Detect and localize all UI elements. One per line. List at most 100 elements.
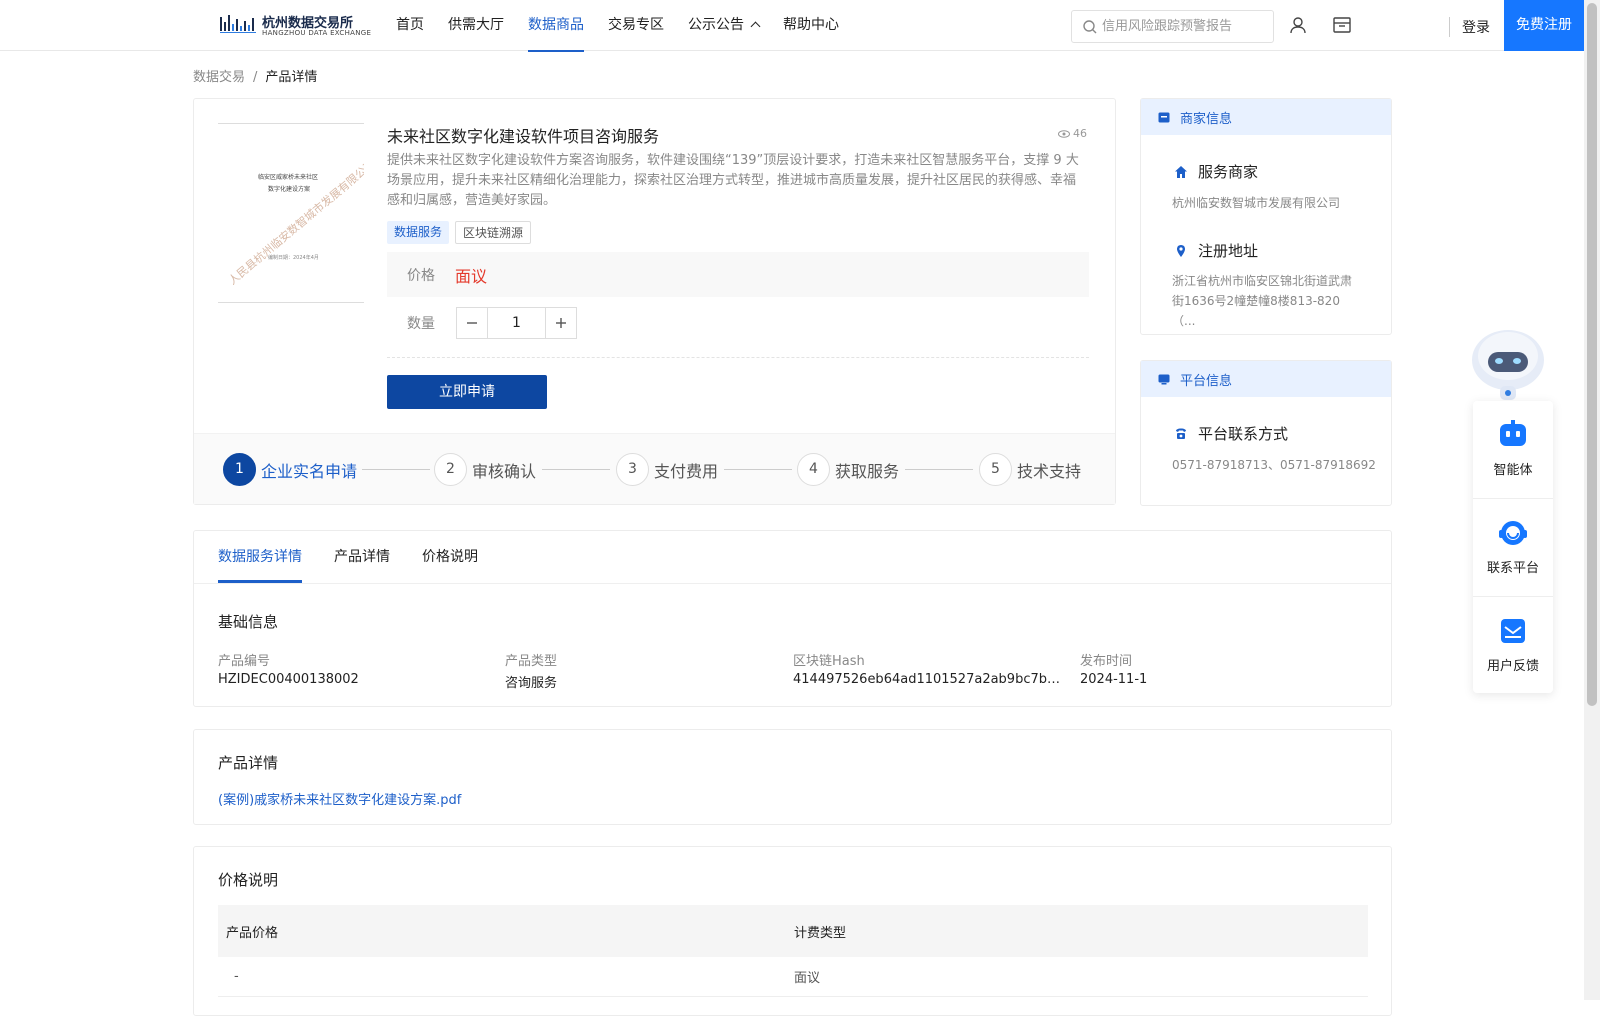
nav-data-products[interactable]: 数据商品 bbox=[528, 0, 584, 52]
field-value-blockchain-hash: 414497526eb64ad1101527a2ab9bc7b4f7... bbox=[793, 672, 1065, 687]
breadcrumb: 数据交易 / 产品详情 bbox=[193, 66, 317, 85]
table-header-cell: 计费类型 bbox=[794, 925, 847, 941]
breadcrumb-current: 产品详情 bbox=[265, 70, 318, 85]
view-count: 46 bbox=[1058, 127, 1087, 140]
main-nav: 首页 供需大厅 数据商品 交易专区 公示公告 帮助中心 bbox=[396, 0, 863, 52]
thumbnail-title-line2: 数字化建设方案 bbox=[268, 186, 311, 193]
field-value-product-type: 咨询服务 bbox=[505, 676, 558, 691]
scrollbar-thumb[interactable] bbox=[1587, 3, 1597, 706]
step-connector bbox=[542, 469, 610, 470]
divider bbox=[1449, 17, 1450, 37]
platform-contact-value: 0571-87918713、0571-87918692 bbox=[1172, 458, 1376, 472]
nav-home[interactable]: 首页 bbox=[396, 0, 424, 51]
headset-icon bbox=[1499, 521, 1527, 545]
service-merchant-value: 杭州临安数智城市发展有限公司 bbox=[1172, 196, 1341, 210]
registered-address-value: 浙江省杭州市临安区锦北街道武肃街1636号2幢楚幢8楼813-820（... bbox=[1172, 274, 1353, 328]
register-button[interactable]: 免费注册 bbox=[1504, 0, 1584, 51]
decrement-button[interactable] bbox=[457, 308, 487, 338]
nav-supply-demand[interactable]: 供需大厅 bbox=[448, 0, 504, 51]
tab-price-info[interactable]: 价格说明 bbox=[422, 531, 478, 583]
product-description: 提供未来社区数字化建设软件方案咨询服务，软件建设围绕“139”顶层设计要求，打造… bbox=[387, 153, 1079, 208]
product-tags: 数据服务 区块链溯源 bbox=[387, 221, 537, 244]
step-3: 3 支付费用 bbox=[616, 453, 718, 486]
page-scrollbar[interactable] bbox=[1584, 0, 1600, 1000]
divider bbox=[387, 357, 1089, 358]
float-agent[interactable]: 智能体 bbox=[1473, 401, 1553, 498]
plus-icon bbox=[555, 318, 566, 328]
basic-info-title: 基础信息 bbox=[218, 613, 279, 631]
field-label-product-id: 产品编号 bbox=[218, 654, 271, 669]
apply-button[interactable]: 立即申请 bbox=[387, 375, 547, 409]
step-label: 支付费用 bbox=[654, 461, 719, 481]
store-icon bbox=[1158, 112, 1170, 123]
platform-info-header: 平台信息 bbox=[1141, 361, 1391, 397]
registered-address-label-text: 注册地址 bbox=[1198, 242, 1259, 260]
nav-trade-zone[interactable]: 交易专区 bbox=[608, 0, 664, 51]
step-connector bbox=[724, 469, 792, 470]
thumbnail-title-line1: 临安区威家桥未来社区 bbox=[258, 174, 319, 181]
site-logo[interactable]: 杭州数据交易所 HANGZHOU DATA EXCHANGE bbox=[220, 11, 371, 39]
quantity-input[interactable]: 1 bbox=[487, 308, 546, 338]
pdf-file-link[interactable]: (案例)戚家桥未来社区数字化建设方案.pdf bbox=[218, 789, 461, 808]
service-details-card: 数据服务详情 产品详情 价格说明 基础信息 产品编号 HZIDEC0040013… bbox=[193, 530, 1392, 707]
user-icon[interactable] bbox=[1288, 15, 1308, 35]
float-feedback[interactable]: 用户反馈 bbox=[1473, 597, 1553, 694]
quantity-label: 数量 bbox=[407, 316, 435, 332]
price-value: 面议 bbox=[455, 267, 488, 286]
merchant-info-header: 商家信息 bbox=[1141, 99, 1391, 135]
float-contact[interactable]: 联系平台 bbox=[1473, 499, 1553, 596]
chevron-up-icon bbox=[750, 21, 761, 32]
float-feedback-label: 用户反馈 bbox=[1486, 659, 1539, 674]
table-header-row: 产品价格 计费类型 bbox=[218, 905, 1368, 957]
phone-icon bbox=[1176, 428, 1186, 439]
platform-contact-label-text: 平台联系方式 bbox=[1198, 425, 1289, 443]
shop-icon[interactable] bbox=[1332, 15, 1352, 35]
quantity-stepper: 1 bbox=[456, 307, 577, 339]
thumbnail-footer: 编制日期：2024年4月 bbox=[268, 255, 319, 261]
step-number: 2 bbox=[434, 453, 467, 486]
tag-blockchain: 区块链溯源 bbox=[455, 221, 532, 244]
service-merchant-label: 服务商家 bbox=[1174, 161, 1258, 182]
step-number: 3 bbox=[616, 453, 649, 486]
nav-announcements[interactable]: 公示公告 bbox=[688, 0, 761, 51]
step-4: 4 获取服务 bbox=[797, 453, 899, 486]
table-row: - 面议 bbox=[218, 957, 1368, 997]
search-input[interactable] bbox=[1102, 11, 1270, 42]
price-info-card: 价格说明 产品价格 计费类型 - 面议 bbox=[193, 846, 1392, 1016]
registered-address-label: 注册地址 bbox=[1174, 240, 1258, 261]
feedback-icon bbox=[1501, 619, 1525, 643]
login-link[interactable]: 登录 bbox=[1462, 17, 1490, 37]
increment-button[interactable] bbox=[546, 308, 576, 338]
robot-assistant-icon[interactable] bbox=[1468, 326, 1548, 402]
nav-announcements-label: 公示公告 bbox=[688, 17, 744, 33]
platform-contact-label: 平台联系方式 bbox=[1174, 423, 1288, 444]
field-label-blockchain-hash: 区块链Hash bbox=[793, 654, 865, 669]
merchant-info-card: 商家信息 服务商家 杭州临安数智城市发展有限公司 注册地址 浙江省杭州市临安区锦… bbox=[1140, 98, 1392, 335]
product-title: 未来社区数字化建设软件项目咨询服务 bbox=[387, 127, 660, 146]
tab-product-details[interactable]: 产品详情 bbox=[334, 531, 390, 583]
search-box[interactable] bbox=[1071, 10, 1274, 43]
step-label: 获取服务 bbox=[835, 461, 900, 481]
tab-service-details[interactable]: 数据服务详情 bbox=[218, 531, 302, 583]
table-header-cell: 产品价格 bbox=[226, 925, 279, 941]
field-value-publish-date: 2024-11-1 bbox=[1080, 672, 1148, 687]
breadcrumb-root[interactable]: 数据交易 bbox=[193, 70, 245, 85]
home-icon bbox=[1175, 165, 1187, 178]
product-detail-title: 产品详情 bbox=[218, 754, 279, 772]
platform-info-title: 平台信息 bbox=[1180, 373, 1233, 389]
product-card: 临安区威家桥未来社区 数字化建设方案 人民县杭州临安数智城市发展有限公司 编制日… bbox=[193, 98, 1116, 505]
eye-icon bbox=[1058, 130, 1070, 138]
nav-help[interactable]: 帮助中心 bbox=[783, 0, 839, 51]
step-label: 企业实名申请 bbox=[261, 461, 358, 481]
step-label: 技术支持 bbox=[1017, 461, 1082, 481]
logo-text-en: HANGZHOU DATA EXCHANGE bbox=[262, 29, 372, 37]
product-thumbnail[interactable]: 临安区威家桥未来社区 数字化建设方案 人民县杭州临安数智城市发展有限公司 编制日… bbox=[218, 123, 364, 303]
minus-icon bbox=[467, 322, 478, 324]
table-cell: - bbox=[234, 969, 239, 984]
agent-icon bbox=[1500, 420, 1526, 446]
price-row: 价格 面议 bbox=[387, 252, 1089, 297]
detail-tabs: 数据服务详情 产品详情 价格说明 bbox=[218, 531, 510, 583]
float-contact-label: 联系平台 bbox=[1486, 561, 1539, 576]
step-number: 5 bbox=[979, 453, 1012, 486]
float-agent-label: 智能体 bbox=[1493, 463, 1533, 478]
